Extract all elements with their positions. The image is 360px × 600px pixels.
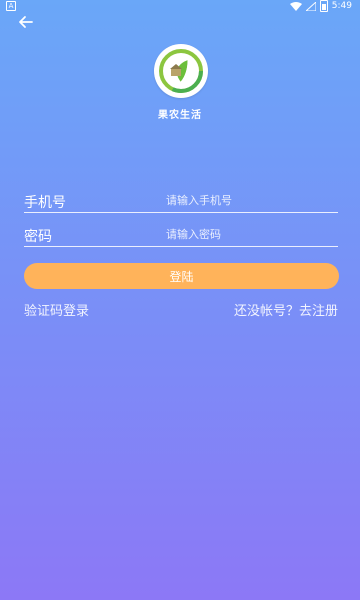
password-field: 密码 (24, 220, 338, 247)
leaf-logo-icon (159, 49, 203, 93)
battery-icon (319, 0, 328, 12)
app-name: 果农生活 (158, 110, 202, 121)
login-button[interactable]: 登陆 (24, 263, 339, 289)
phone-field: 手机号 (24, 186, 338, 213)
arrow-left-icon (19, 16, 33, 28)
sms-login-link[interactable]: 验证码登录 (24, 300, 89, 319)
status-icons: 5:49 (289, 0, 352, 12)
status-time: 5:49 (331, 1, 352, 11)
wifi-icon (289, 1, 302, 11)
phone-label: 手机号 (24, 195, 66, 211)
password-input[interactable] (166, 226, 338, 242)
password-label: 密码 (24, 229, 52, 245)
register-link[interactable]: 还没帐号？去注册 (234, 300, 338, 319)
phone-input[interactable] (166, 192, 338, 208)
back-button[interactable] (16, 12, 36, 32)
app-logo (154, 44, 208, 98)
status-indicator: A (6, 1, 16, 11)
status-bar: A 5:49 (0, 0, 360, 12)
signal-icon (305, 1, 316, 11)
